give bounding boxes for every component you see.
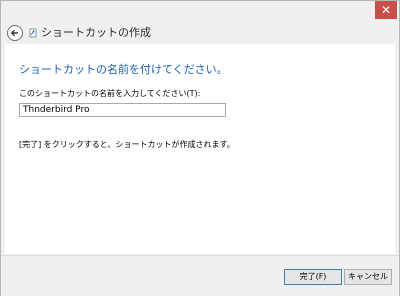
shortcut-name-label: このショートカットの名前を入力してください(T):	[19, 89, 201, 98]
title-bar: ✕ ショートカットの作成	[1, 1, 399, 44]
button-bar: 完了(F) キャンセル	[1, 255, 399, 296]
cancel-button[interactable]: キャンセル	[344, 269, 392, 285]
wizard-content: ショートカットの名前を付けてください。 このショートカットの名前を入力してくださ…	[5, 44, 395, 254]
close-button[interactable]: ✕	[375, 1, 397, 19]
dialog-title: ショートカットの作成	[41, 26, 151, 39]
back-button[interactable]	[7, 25, 23, 41]
back-arrow-icon	[10, 29, 18, 37]
finish-hint-text: [完了] をクリックすると、ショートカットが作成されます。	[19, 140, 235, 149]
page-heading: ショートカットの名前を付けてください。	[19, 63, 228, 76]
finish-button[interactable]: 完了(F)	[284, 269, 342, 285]
shortcut-app-icon	[29, 28, 37, 38]
shortcut-name-input[interactable]: Thnderbird Pro	[19, 103, 226, 117]
create-shortcut-dialog: ✕ ショートカットの作成 ショートカットの名前を付けてください。 このショートカ…	[0, 0, 400, 296]
